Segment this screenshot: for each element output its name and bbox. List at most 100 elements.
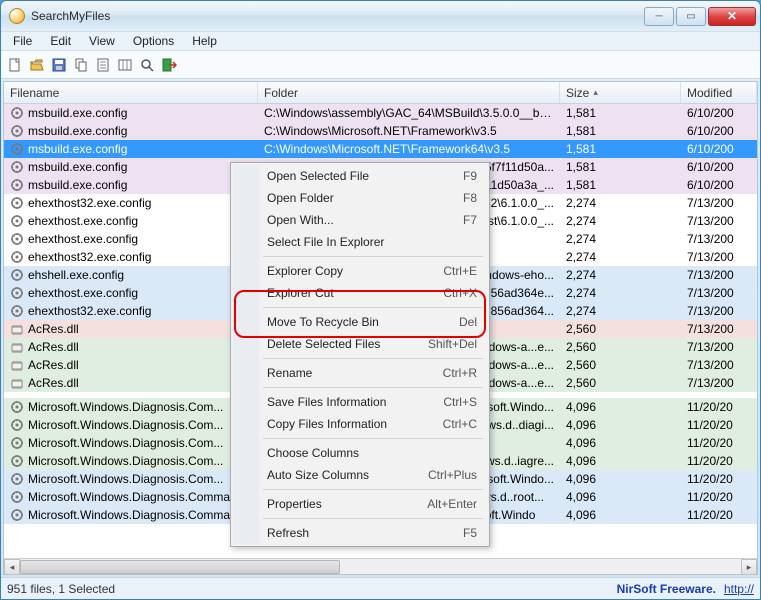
context-menu-label: Explorer Cut bbox=[267, 286, 427, 300]
cell-size: 2,560 bbox=[560, 340, 681, 354]
cell-modified: 7/13/200 bbox=[681, 196, 757, 210]
context-menu-separator bbox=[263, 489, 483, 490]
horizontal-scrollbar[interactable]: ◂ ▸ bbox=[4, 558, 757, 574]
toolbar bbox=[1, 51, 760, 79]
context-menu-item[interactable]: Explorer Cut Ctrl+X bbox=[233, 282, 487, 304]
context-menu-label: Auto Size Columns bbox=[267, 468, 412, 482]
cell-size: 1,581 bbox=[560, 106, 681, 120]
vendor-link[interactable]: http:// bbox=[724, 582, 754, 596]
context-menu-shortcut: Ctrl+E bbox=[443, 264, 477, 278]
context-menu-shortcut: Shift+Del bbox=[428, 337, 477, 351]
cell-filename: msbuild.exe.config bbox=[4, 160, 258, 174]
cell-modified: 7/13/200 bbox=[681, 304, 757, 318]
context-menu-item[interactable]: Open Folder F8 bbox=[233, 187, 487, 209]
menu-edit[interactable]: Edit bbox=[42, 32, 79, 50]
maximize-button[interactable]: ▭ bbox=[676, 7, 706, 26]
context-menu-shortcut: Ctrl+C bbox=[443, 417, 477, 431]
context-menu-item[interactable]: Save Files InformationCtrl+S bbox=[233, 391, 487, 413]
save-icon[interactable] bbox=[49, 55, 69, 75]
cell-filename: msbuild.exe.config bbox=[4, 178, 258, 192]
context-menu-shortcut: Ctrl+R bbox=[443, 366, 477, 380]
cell-modified: 11/20/20 bbox=[681, 472, 757, 486]
context-menu-label: Move To Recycle Bin bbox=[267, 315, 443, 329]
context-menu-shortcut: Ctrl+Plus bbox=[428, 468, 477, 482]
scroll-thumb[interactable] bbox=[20, 560, 340, 574]
context-menu-separator bbox=[263, 358, 483, 359]
context-menu-item[interactable]: RenameCtrl+R bbox=[233, 362, 487, 384]
status-text: 951 files, 1 Selected bbox=[7, 582, 115, 596]
properties-icon[interactable] bbox=[93, 55, 113, 75]
cell-modified: 7/13/200 bbox=[681, 286, 757, 300]
table-row[interactable]: msbuild.exe.configC:\Windows\assembly\GA… bbox=[4, 104, 757, 122]
column-headers: Filename Folder Size▴ Modified bbox=[4, 82, 757, 104]
cell-folder: C:\Windows\Microsoft.NET\Framework64\v3.… bbox=[258, 142, 560, 156]
col-folder[interactable]: Folder bbox=[258, 82, 560, 103]
context-menu-label: Refresh bbox=[267, 526, 447, 540]
context-menu-item[interactable]: Choose Columns bbox=[233, 442, 487, 464]
menu-view[interactable]: View bbox=[81, 32, 123, 50]
menu-help[interactable]: Help bbox=[184, 32, 225, 50]
scroll-right-icon[interactable]: ▸ bbox=[741, 559, 757, 575]
context-menu-item[interactable]: RefreshF5 bbox=[233, 522, 487, 544]
close-button[interactable]: ✕ bbox=[708, 7, 756, 26]
context-menu-separator bbox=[263, 518, 483, 519]
col-modified[interactable]: Modified bbox=[681, 82, 757, 103]
cell-filename: AcRes.dll bbox=[4, 340, 258, 354]
cell-filename: ehshell.exe.config bbox=[4, 268, 258, 282]
minimize-button[interactable]: ─ bbox=[644, 7, 674, 26]
table-row[interactable]: msbuild.exe.configC:\Windows\Microsoft.N… bbox=[4, 140, 757, 158]
cell-size: 1,581 bbox=[560, 142, 681, 156]
cell-filename: Microsoft.Windows.Diagnosis.Com... bbox=[4, 436, 258, 450]
cell-filename: Microsoft.Windows.Diagnosis.Com... bbox=[4, 454, 258, 468]
cell-filename: Microsoft.Windows.Diagnosis.Commands bbox=[4, 508, 258, 522]
app-icon bbox=[9, 8, 25, 24]
context-menu-item[interactable]: Copy Files InformationCtrl+C bbox=[233, 413, 487, 435]
cell-size: 1,581 bbox=[560, 124, 681, 138]
context-menu-item[interactable]: Explorer CopyCtrl+E bbox=[233, 260, 487, 282]
context-menu-item[interactable]: Select File In Explorer bbox=[233, 231, 487, 253]
scroll-left-icon[interactable]: ◂ bbox=[4, 559, 20, 575]
context-menu-item[interactable]: Move To Recycle BinDel bbox=[233, 311, 487, 333]
find-icon[interactable] bbox=[137, 55, 157, 75]
cell-filename: Microsoft.Windows.Diagnosis.Commands... bbox=[4, 490, 258, 504]
table-row[interactable]: msbuild.exe.configC:\Windows\Microsoft.N… bbox=[4, 122, 757, 140]
context-menu-shortcut: F8 bbox=[463, 191, 477, 205]
copy-icon[interactable] bbox=[71, 55, 91, 75]
col-size[interactable]: Size▴ bbox=[560, 82, 681, 103]
col-filename[interactable]: Filename bbox=[4, 82, 258, 103]
context-menu-shortcut: Ctrl+X bbox=[443, 286, 477, 300]
context-menu-item[interactable]: Delete Selected Files Shift+Del bbox=[233, 333, 487, 355]
context-menu-shortcut: F7 bbox=[463, 213, 477, 227]
context-menu-item[interactable]: Open Selected FileF9 bbox=[233, 165, 487, 187]
exit-icon[interactable] bbox=[159, 55, 179, 75]
cell-filename: msbuild.exe.config bbox=[4, 124, 258, 138]
cell-size: 2,274 bbox=[560, 250, 681, 264]
cell-size: 2,274 bbox=[560, 196, 681, 210]
cell-filename: Microsoft.Windows.Diagnosis.Com... bbox=[4, 472, 258, 486]
cell-filename: msbuild.exe.config bbox=[4, 106, 258, 120]
cell-size: 4,096 bbox=[560, 472, 681, 486]
context-menu-item[interactable]: PropertiesAlt+Enter bbox=[233, 493, 487, 515]
context-menu-separator bbox=[263, 387, 483, 388]
cell-folder: C:\Windows\assembly\GAC_64\MSBuild\3.5.0… bbox=[258, 106, 560, 120]
cell-filename: AcRes.dll bbox=[4, 376, 258, 390]
cell-size: 4,096 bbox=[560, 436, 681, 450]
context-menu-item[interactable]: Open With...F7 bbox=[233, 209, 487, 231]
cell-size: 1,581 bbox=[560, 160, 681, 174]
cell-filename: ehexthost32.exe.config bbox=[4, 304, 258, 318]
context-menu-label: Open Folder bbox=[267, 191, 447, 205]
open-icon[interactable] bbox=[27, 55, 47, 75]
context-menu-item[interactable]: Auto Size Columns Ctrl+Plus bbox=[233, 464, 487, 486]
columns-icon[interactable] bbox=[115, 55, 135, 75]
cell-size: 2,560 bbox=[560, 376, 681, 390]
cell-size: 2,274 bbox=[560, 232, 681, 246]
cell-modified: 7/13/200 bbox=[681, 232, 757, 246]
cell-filename: ehexthost.exe.config bbox=[4, 232, 258, 246]
titlebar[interactable]: SearchMyFiles ─ ▭ ✕ bbox=[1, 1, 760, 31]
context-menu-label: Delete Selected Files bbox=[267, 337, 412, 351]
cell-size: 4,096 bbox=[560, 400, 681, 414]
menu-file[interactable]: File bbox=[5, 32, 40, 50]
cell-modified: 6/10/200 bbox=[681, 106, 757, 120]
menu-options[interactable]: Options bbox=[125, 32, 182, 50]
new-search-icon[interactable] bbox=[5, 55, 25, 75]
